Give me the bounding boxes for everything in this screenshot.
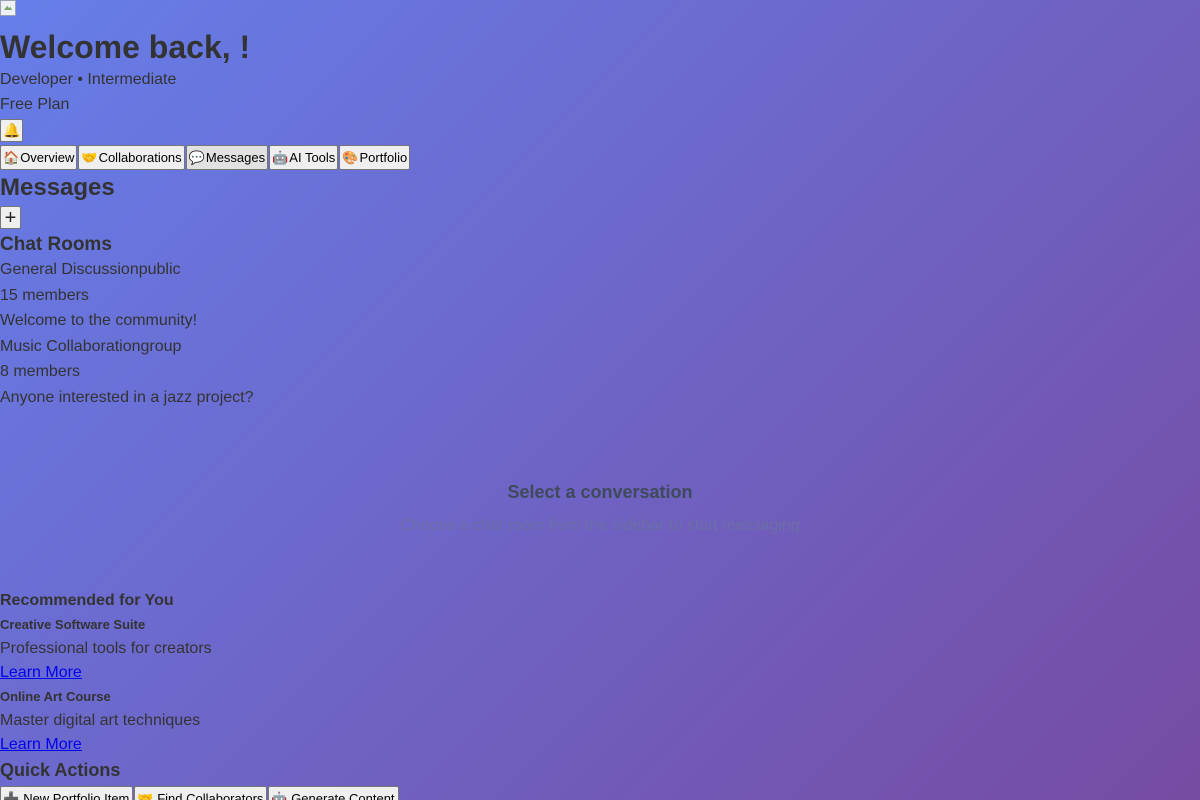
room-name: General Discussion [0, 261, 139, 278]
room-name: Music Collaboration [0, 337, 141, 355]
room-type: public [138, 261, 181, 278]
tab-label: AI Tools [289, 150, 336, 165]
quick-actions-bar: ➕ New Portfolio Item 🤝 Find Collaborator… [0, 786, 1200, 800]
product-description: Professional tools for creators [0, 640, 212, 657]
new-chat-button[interactable]: + [0, 206, 21, 229]
room-last-message: Anyone interested in a jazz project? [0, 388, 254, 406]
tab-label: Messages [205, 150, 266, 165]
room-members: 15 members [0, 286, 89, 304]
empty-state-subtitle: Choose a chat room from the sidebar to s… [400, 517, 800, 534]
tab-label: Collaborations [98, 150, 182, 165]
room-name-line: General Discussionpublic [0, 257, 1200, 283]
room-type: group [140, 337, 182, 355]
room-members: 8 members [0, 363, 81, 380]
user-role-level: Developer • Intermediate [0, 71, 177, 88]
welcome-heading: Welcome back, ! [0, 29, 251, 65]
robot-icon: 🤖 [271, 790, 288, 800]
tab-collaborations[interactable]: 🤝 Collaborations [78, 145, 185, 170]
tab-ai-tools[interactable]: 🤖 AI Tools [269, 145, 339, 170]
chat-room-general-discussion[interactable]: General Discussionpublic 15 members Welc… [0, 257, 1200, 334]
messages-title: Messages [0, 174, 115, 201]
room-name-line: Music Collaborationgroup [0, 334, 1200, 360]
tab-label: Portfolio [359, 150, 408, 165]
speech-bubble-icon: 💬 [188, 149, 205, 165]
plan-badge: Free Plan [0, 96, 70, 113]
tab-messages[interactable]: 💬 Messages [185, 145, 269, 170]
quick-actions-title: Quick Actions [0, 760, 121, 780]
palette-icon: 🎨 [342, 149, 359, 165]
plus-icon: + [4, 206, 17, 229]
learn-more-link[interactable]: Learn More [0, 661, 82, 685]
new-portfolio-item-button[interactable]: ➕ New Portfolio Item [0, 786, 133, 800]
generate-content-button[interactable]: 🤖 Generate Content [268, 786, 399, 800]
bell-icon: 🔔 [3, 122, 21, 138]
notifications-button[interactable]: 🔔 [0, 119, 24, 142]
plus-icon: ➕ [3, 790, 20, 800]
button-label: Generate Content [291, 791, 395, 800]
product-name: Online Art Course [0, 689, 111, 704]
button-label: New Portfolio Item [23, 791, 130, 800]
room-last-message: Welcome to the community! [0, 312, 198, 329]
tab-portfolio[interactable]: 🎨 Portfolio [339, 145, 411, 170]
chat-room-music-collaboration[interactable]: Music Collaborationgroup 8 members Anyon… [0, 334, 1200, 411]
tab-overview[interactable]: 🏠 Overview [0, 145, 78, 170]
avatar-image [0, 0, 16, 16]
home-icon: 🏠 [3, 149, 20, 165]
find-collaborators-button[interactable]: 🤝 Find Collaborators [134, 786, 267, 800]
recommendations-title: Recommended for You [0, 592, 174, 609]
tab-label: Overview [20, 150, 75, 165]
learn-more-link[interactable]: Learn More [0, 733, 82, 757]
recommendations-section: Recommended for You Creative Software Su… [0, 589, 1200, 800]
product-description: Master digital art techniques [0, 712, 201, 729]
conversation-empty-state: Select a conversation Choose a chat room… [0, 480, 1200, 536]
chat-rooms-title: Chat Rooms [0, 234, 112, 255]
dashboard-tabs: 🏠 Overview 🤝 Collaborations 💬 Messages 🤖… [0, 145, 1200, 170]
robot-icon: 🤖 [272, 149, 289, 165]
recommendation-card: Online Art Course Master digital art tec… [0, 685, 1200, 757]
handshake-icon: 🤝 [81, 149, 98, 165]
product-name: Creative Software Suite [0, 617, 146, 632]
empty-state-title: Select a conversation [507, 482, 693, 502]
button-label: Find Collaborators [157, 791, 264, 800]
handshake-icon: 🤝 [137, 790, 154, 800]
recommendation-card: Creative Software Suite Professional too… [0, 613, 1200, 685]
